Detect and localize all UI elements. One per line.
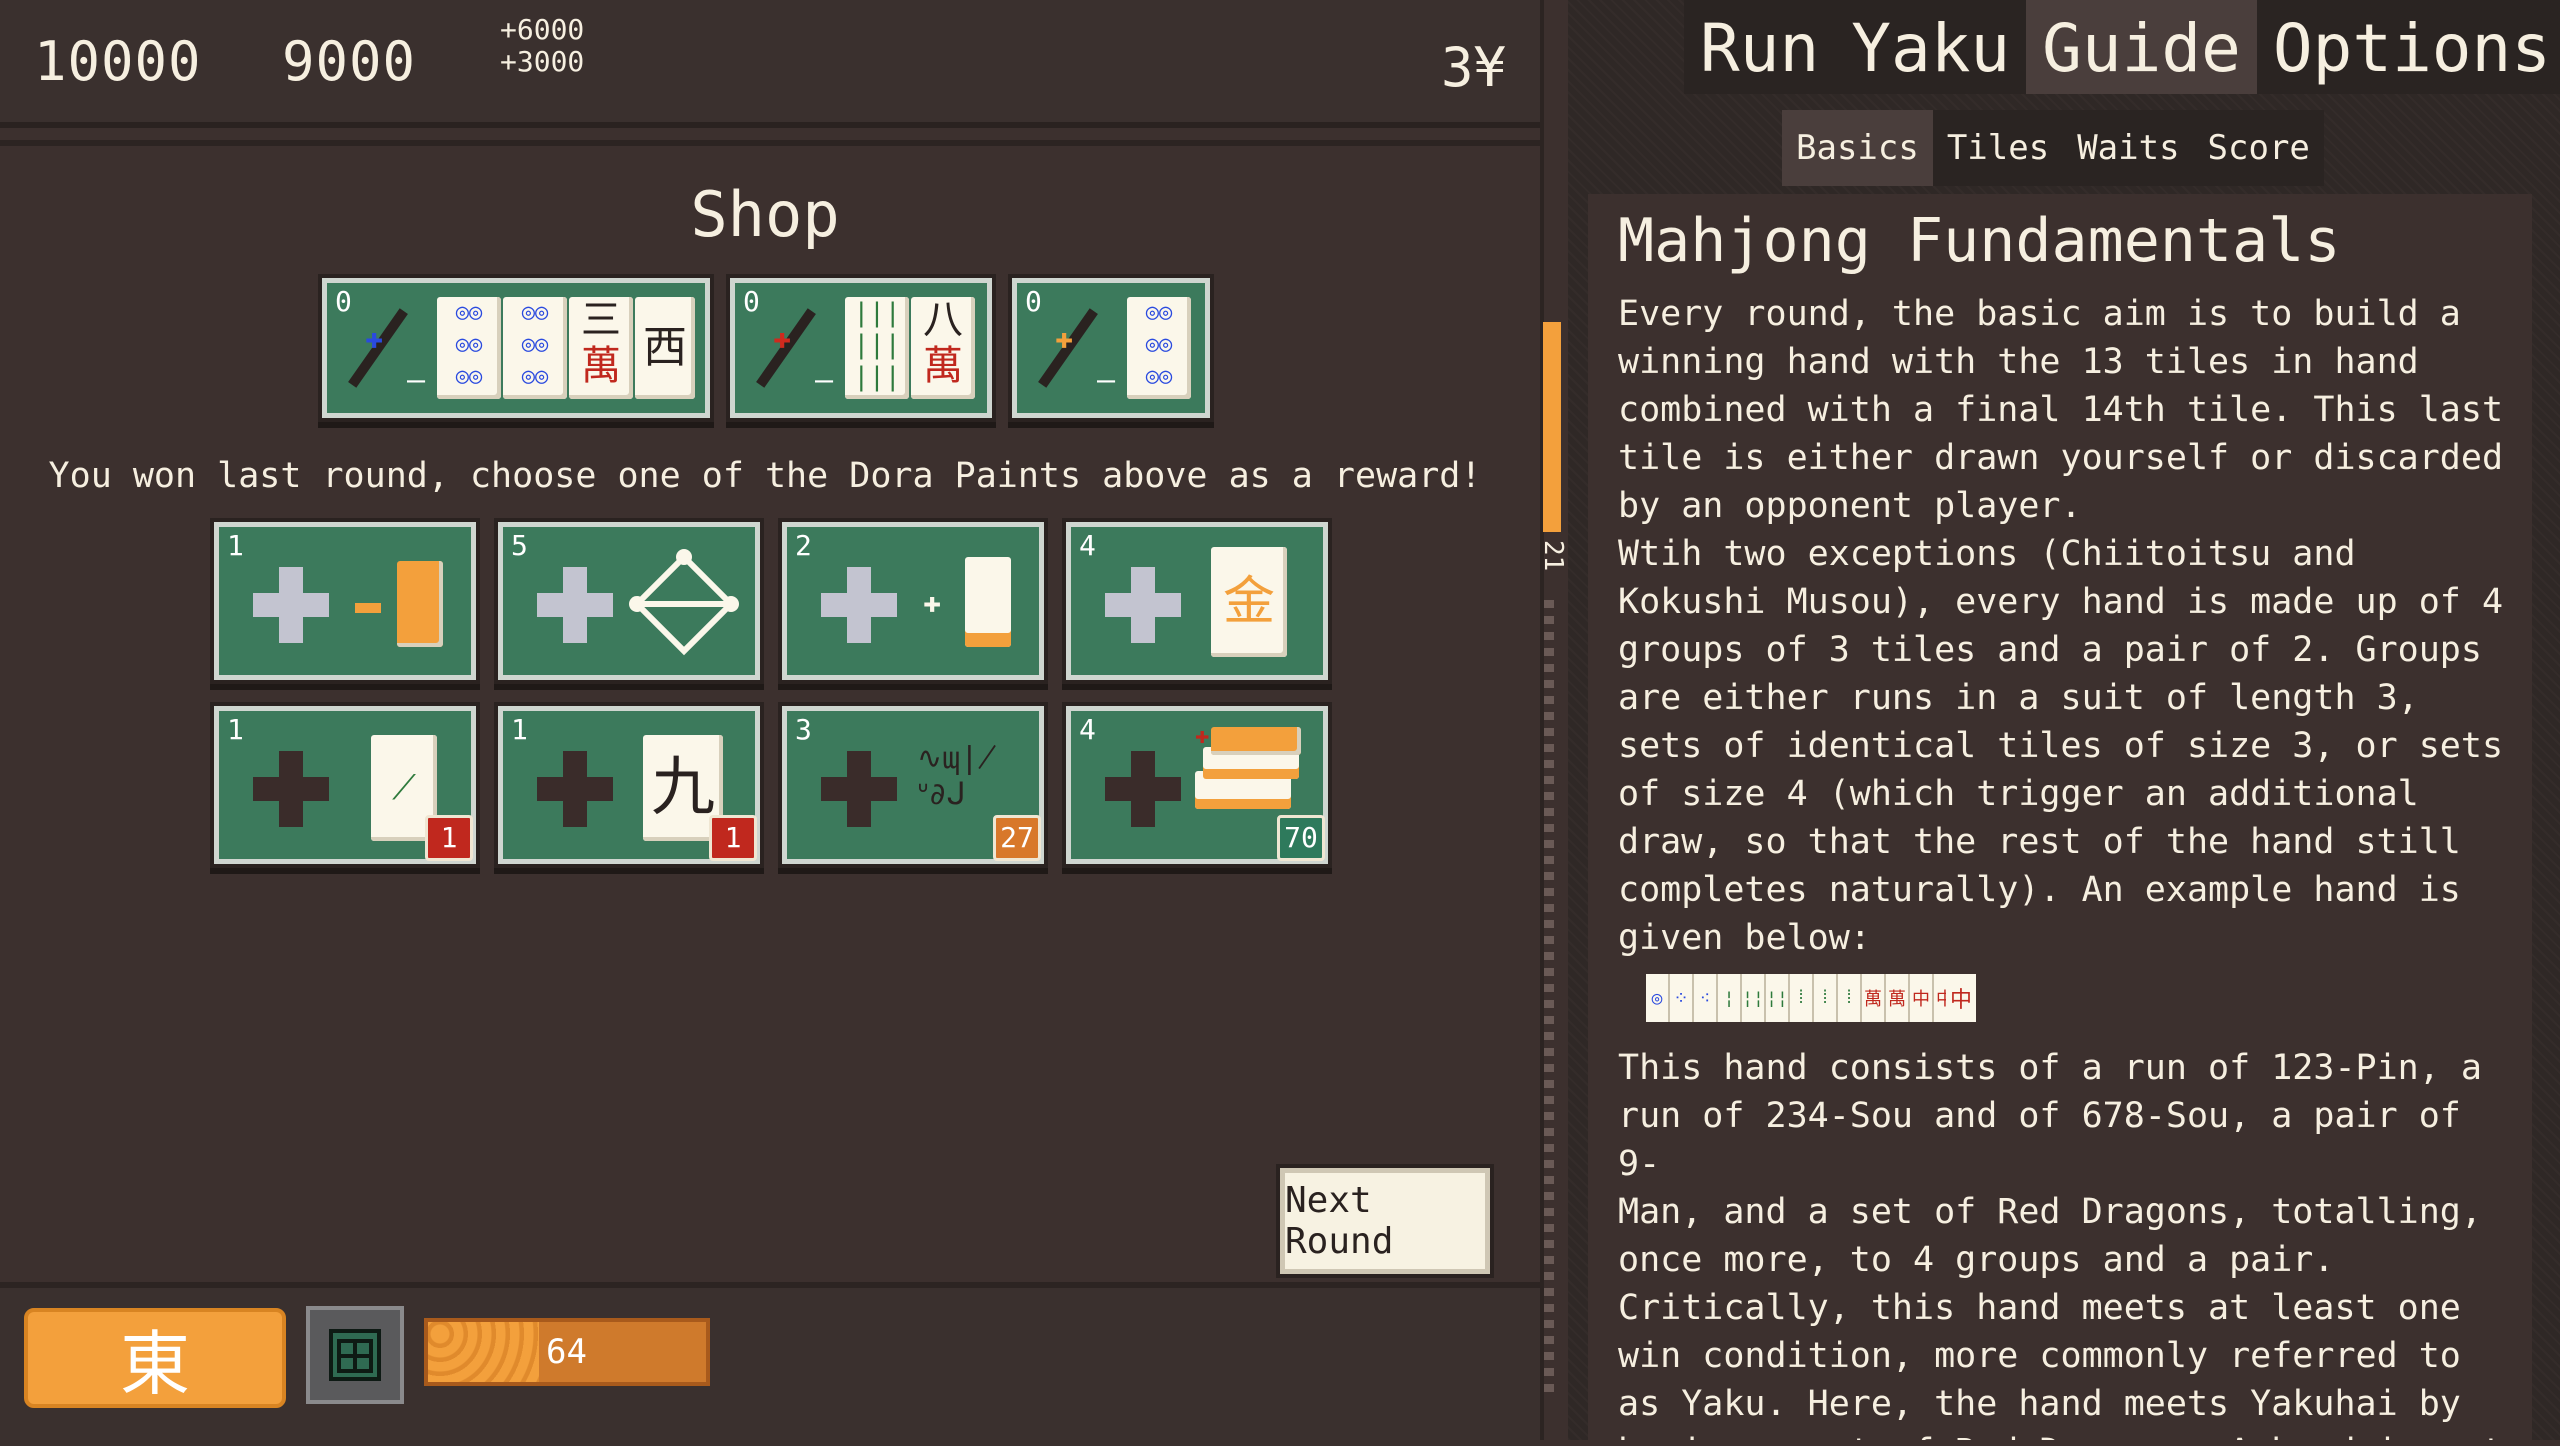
item-count: 3 bbox=[795, 713, 812, 746]
winning-tile: 中 bbox=[1946, 974, 1976, 1022]
wall-progress-bar: 64 bbox=[424, 1318, 710, 1386]
pin-tile-icon: ◎◎ ◎◎ ◎◎ bbox=[1127, 297, 1191, 399]
sou-tile-icon: ||| ||| ||| bbox=[845, 297, 909, 399]
subtab-tiles[interactable]: Tiles bbox=[1932, 110, 2064, 186]
guide-paragraph: This hand consists of a run of 123-Pin, … bbox=[1618, 1048, 2503, 1440]
dora-paint-offer-1[interactable]: 0 ✚ – ◎◎ ◎◎ ◎◎ ◎◎ ◎◎ ◎◎ 三萬 西 bbox=[322, 278, 710, 418]
score-delta: +3000 bbox=[500, 45, 585, 78]
reward-message: You won last round, choose one of the Do… bbox=[48, 456, 1482, 496]
plus-icon bbox=[537, 567, 613, 643]
gold-kanji-tile-icon: 金 bbox=[1211, 547, 1287, 657]
item-count: 4 bbox=[1079, 713, 1096, 746]
tab-options[interactable]: Options bbox=[2256, 0, 2560, 94]
score-delta: +6000 bbox=[500, 13, 585, 46]
blank-tile-plus-icon bbox=[965, 557, 1011, 647]
wall-progress-label: 64 bbox=[546, 1332, 587, 1372]
item-count: 1 bbox=[227, 713, 244, 746]
side-counter: 21 bbox=[1538, 540, 1568, 572]
minus-icon: – bbox=[407, 363, 426, 398]
item-count: 1 bbox=[511, 713, 528, 746]
dark-plus-icon bbox=[537, 751, 613, 827]
orange-gauge bbox=[1543, 322, 1561, 532]
shop-title: Shop bbox=[690, 178, 840, 251]
main-tabs: Run Yaku Guide Options bbox=[1684, 0, 2560, 104]
shop-item-nine[interactable]: 1 九 1 bbox=[498, 706, 760, 864]
subtab-score[interactable]: Score bbox=[2193, 110, 2324, 186]
tab-yaku[interactable]: Yaku bbox=[1835, 0, 2027, 94]
shop-panel: 10000 9000 +6000 +3000 3¥ Shop 0 ✚ – ◎◎ ◎… bbox=[0, 0, 1540, 1446]
west-tile-icon: 西 bbox=[635, 297, 695, 399]
dark-plus-icon bbox=[253, 751, 329, 827]
guide-paragraph: Every round, the basic aim is to build a… bbox=[1618, 294, 2504, 958]
shop-item-bamboo[interactable]: 1 ⟋ 1 bbox=[214, 706, 476, 864]
diamond-shape-icon bbox=[629, 549, 739, 656]
divider-dashes bbox=[1544, 600, 1554, 1400]
item-count: 1 bbox=[227, 529, 244, 562]
guide-title: Mahjong Fundamentals bbox=[1618, 206, 2341, 276]
shop-item-orange-bar[interactable]: 1 bbox=[214, 522, 476, 680]
dora-paint-offer-3[interactable]: 0 ✚ – ◎◎ ◎◎ ◎◎ bbox=[1012, 278, 1210, 418]
plus-icon: ✚ bbox=[923, 585, 942, 620]
wind-scribble-icon: ∿ɰ∤ ᐡ∂ᒍ bbox=[917, 741, 997, 812]
shop-item-blank-tile[interactable]: 2 ✚ bbox=[782, 522, 1044, 680]
guide-content: Mahjong Fundamentals Every round, the ba… bbox=[1588, 194, 2532, 1440]
offer-count: 0 bbox=[1025, 285, 1042, 318]
tab-run[interactable]: Run bbox=[1684, 0, 1836, 94]
minus-icon bbox=[355, 603, 381, 613]
tab-guide[interactable]: Guide bbox=[2026, 0, 2257, 94]
dora-paint-offer-2[interactable]: 0 ✚ – ||| ||| ||| 八萬 bbox=[730, 278, 992, 418]
subtab-waits[interactable]: Waits bbox=[2063, 110, 2194, 186]
example-hand: ◎ ⁘ ⁖ ¦ ¦¦ ¦¦ ⁞ ⁞ ⁞ 萬萬 中中 bbox=[1646, 974, 1958, 1024]
minus-icon: – bbox=[1097, 363, 1116, 398]
subtab-basics[interactable]: Basics bbox=[1782, 110, 1933, 186]
plus-icon bbox=[821, 567, 897, 643]
score-bar: 10000 9000 +6000 +3000 3¥ bbox=[0, 0, 1540, 128]
pin-tile-icon: ◎◎ ◎◎ ◎◎ bbox=[503, 297, 567, 399]
stock-badge: 1 bbox=[425, 815, 473, 861]
item-count: 2 bbox=[795, 529, 812, 562]
opponent-score: 9000 bbox=[282, 30, 417, 93]
guide-panel: Run Yaku Guide Options Basics Tiles Wait… bbox=[1568, 0, 2560, 1440]
next-round-button[interactable]: Next Round bbox=[1280, 1168, 1490, 1274]
dark-plus-icon bbox=[821, 751, 897, 827]
item-count: 4 bbox=[1079, 529, 1096, 562]
shop-item-wind[interactable]: 3 ∿ɰ∤ ᐡ∂ᒍ 27 bbox=[782, 706, 1044, 864]
offer-count: 0 bbox=[335, 285, 352, 318]
money-display: 3¥ bbox=[1440, 36, 1506, 99]
score-deltas: +6000 +3000 bbox=[500, 14, 584, 78]
shop-item-gold-tile[interactable]: 4 金 bbox=[1066, 522, 1328, 680]
stock-badge: 27 bbox=[993, 815, 1041, 861]
plus-icon: ✚ bbox=[365, 321, 384, 356]
shop-item-diamond[interactable]: 5 bbox=[498, 522, 760, 680]
wall-progress-fill bbox=[428, 1322, 540, 1382]
plus-icon: ✚ bbox=[773, 321, 792, 356]
divider bbox=[0, 140, 1540, 146]
player-score: 10000 bbox=[34, 30, 202, 93]
offer-count: 0 bbox=[743, 285, 760, 318]
shop-item-tile-stack[interactable]: 4 ✚ 70 bbox=[1066, 706, 1328, 864]
man-tile-icon: 八萬 bbox=[911, 297, 975, 399]
minus-icon: – bbox=[815, 363, 834, 398]
wall-icon[interactable] bbox=[306, 1306, 404, 1404]
orange-bar-tile-icon bbox=[397, 561, 443, 647]
man-tile-icon: 三萬 bbox=[569, 297, 633, 399]
dark-plus-icon bbox=[1105, 751, 1181, 827]
plus-icon bbox=[1105, 567, 1181, 643]
pin-tile-icon: ◎◎ ◎◎ ◎◎ bbox=[437, 297, 501, 399]
guide-subtabs: Basics Tiles Waits Score bbox=[1782, 110, 2324, 186]
item-count: 5 bbox=[511, 529, 528, 562]
stock-badge: 1 bbox=[709, 815, 757, 861]
plus-icon bbox=[253, 567, 329, 643]
stock-badge: 70 bbox=[1277, 815, 1325, 861]
round-wind-indicator[interactable]: 東 bbox=[24, 1308, 286, 1408]
plus-icon: ✚ bbox=[1055, 321, 1074, 356]
